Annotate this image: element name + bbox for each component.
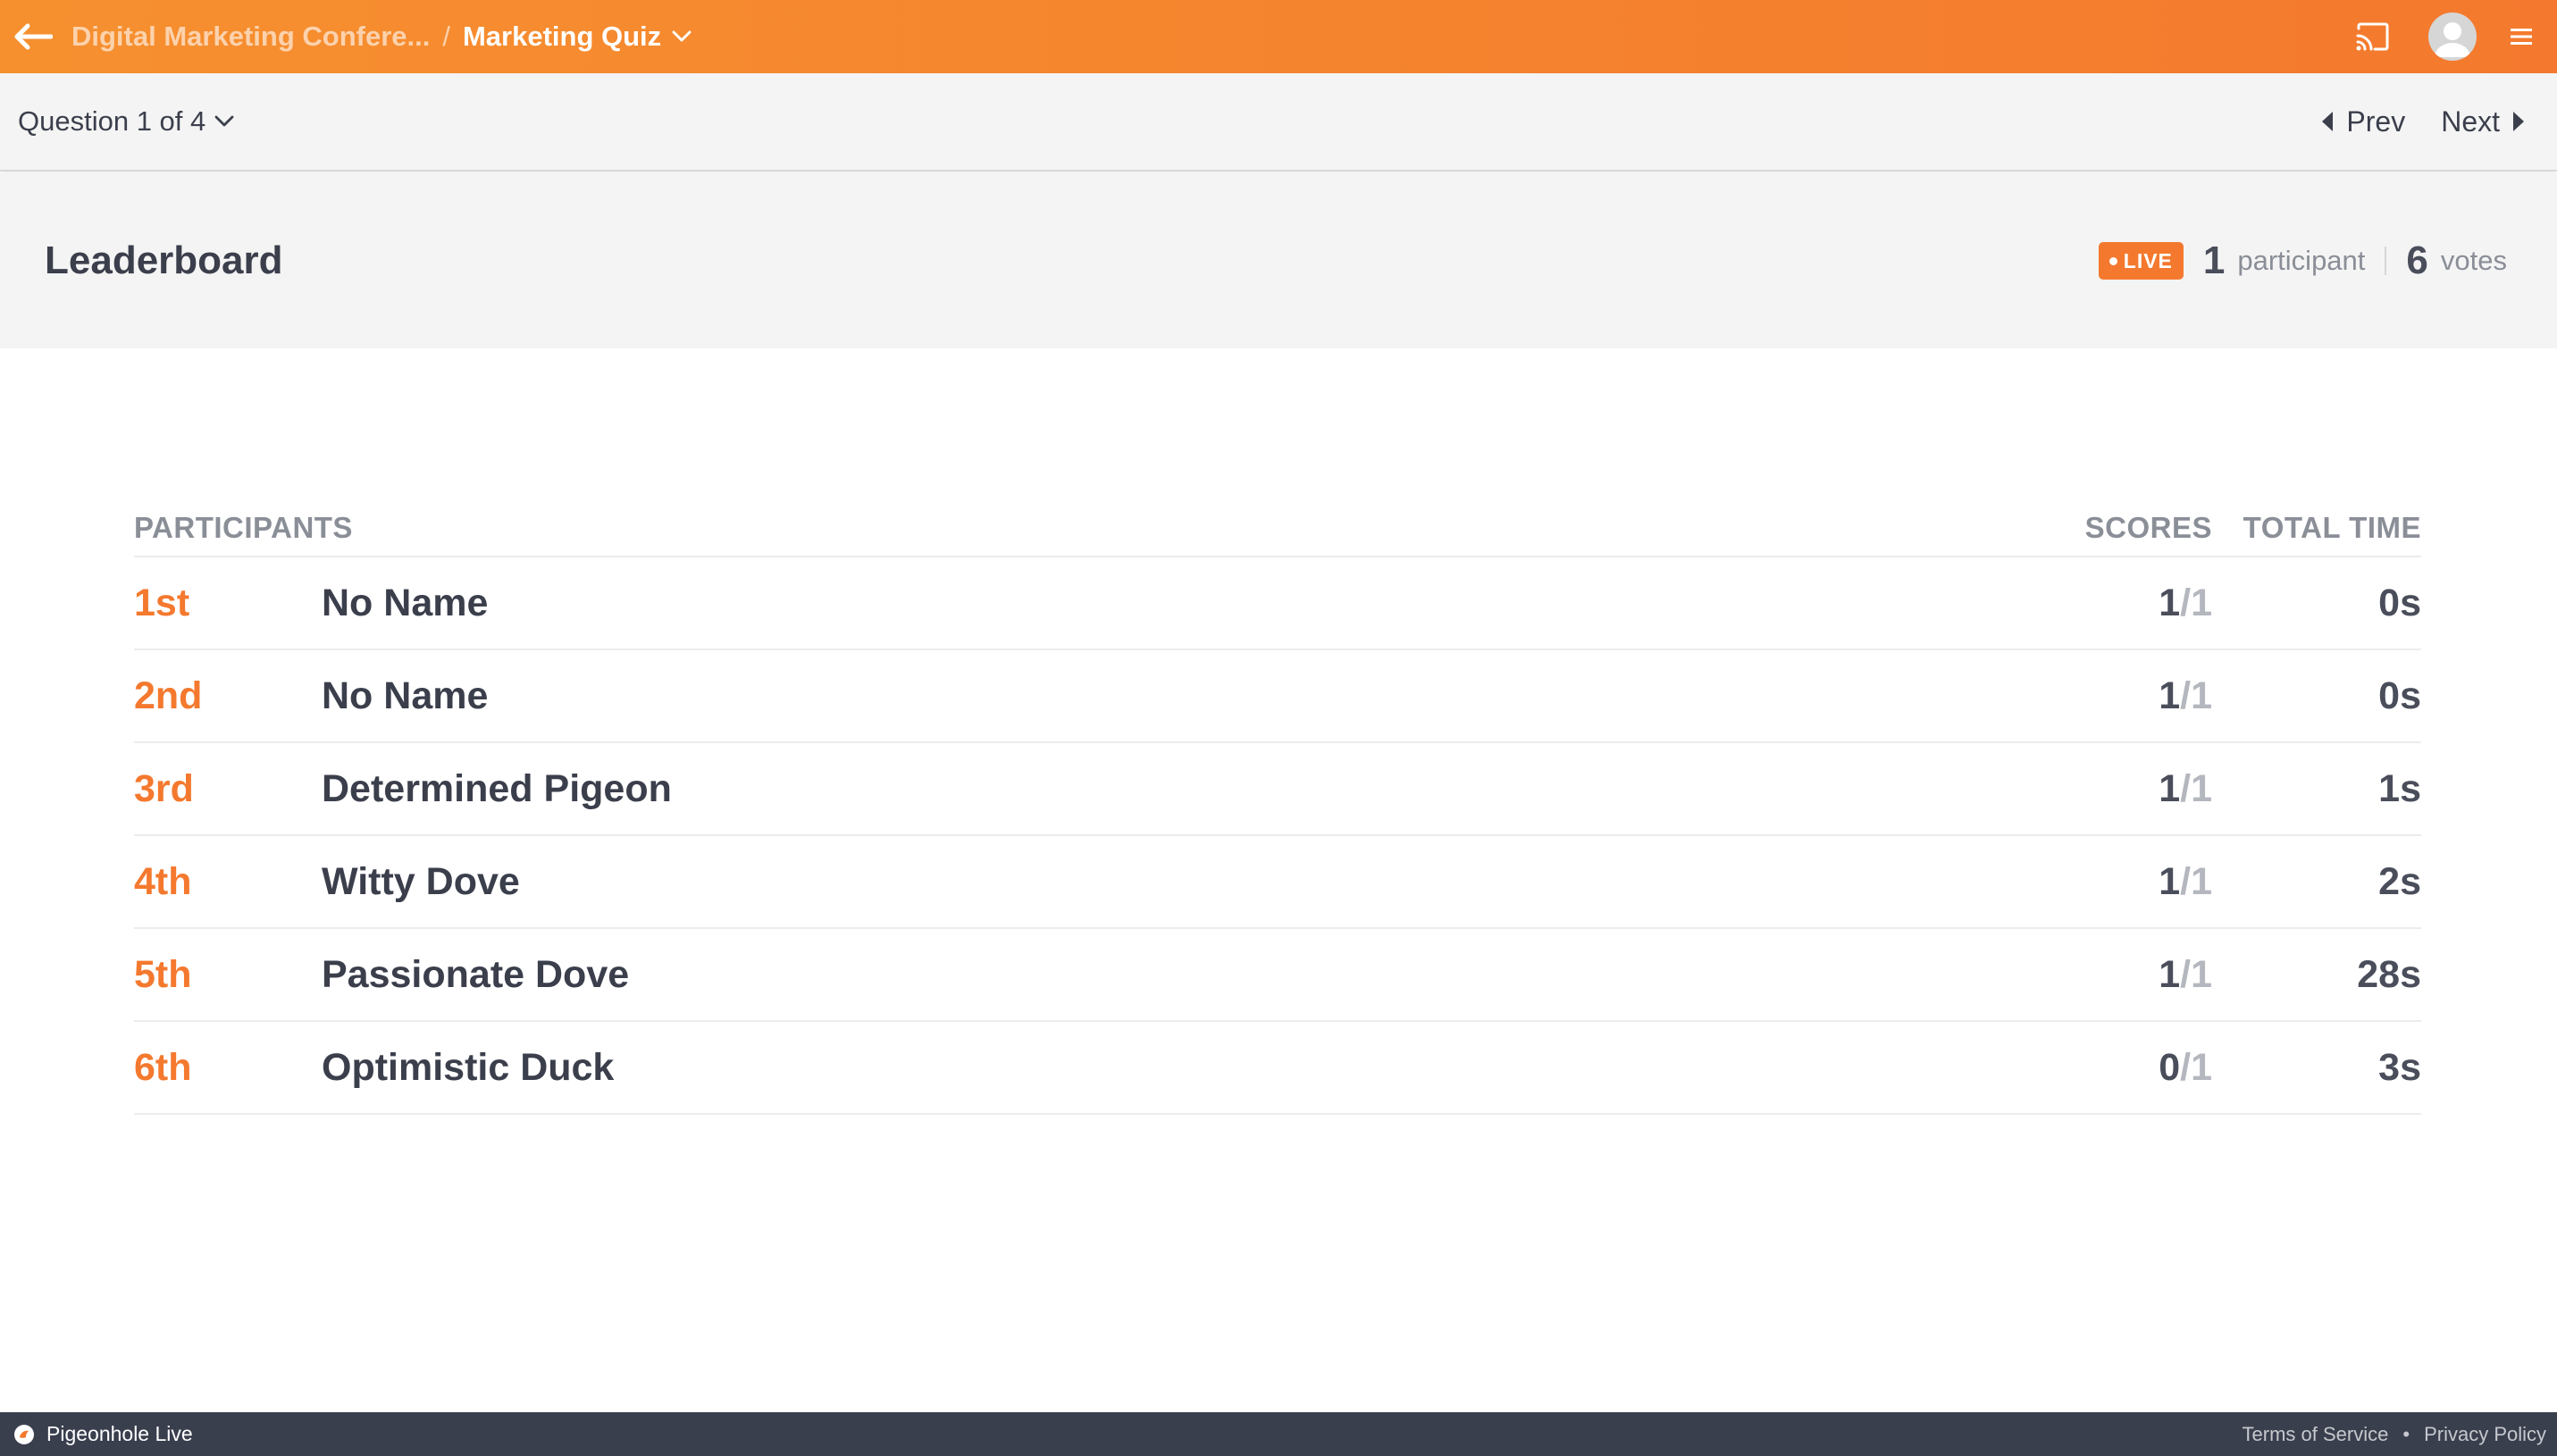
table-row: 4th Witty Dove 1/1 2s xyxy=(134,836,2421,929)
column-header-scores: SCORES xyxy=(2084,511,2212,544)
row-score-value: 1 xyxy=(2159,581,2181,624)
question-nav-bar: Question 1 of 4 Prev Next xyxy=(0,73,2557,172)
privacy-policy-link[interactable]: Privacy Policy xyxy=(2424,1423,2546,1446)
question-pager: Prev Next xyxy=(2321,105,2557,138)
breadcrumb-current-session[interactable]: Marketing Quiz xyxy=(463,21,692,53)
cast-button[interactable] xyxy=(2350,13,2396,60)
session-stats: LIVE 1 participant 6 votes xyxy=(2098,238,2507,283)
row-total-time: 0s xyxy=(2378,581,2421,624)
footer: Pigeonhole Live Terms of Service • Priva… xyxy=(0,1412,2557,1456)
row-total-time: 1s xyxy=(2378,766,2421,810)
app-root: Digital Marketing Confere... / Marketing… xyxy=(0,0,2557,1456)
brand-name: Pigeonhole Live xyxy=(46,1422,193,1445)
chevron-down-icon xyxy=(214,115,234,127)
user-avatar[interactable] xyxy=(2428,13,2477,61)
row-score-total: /1 xyxy=(2180,674,2212,717)
breadcrumb-current-label: Marketing Quiz xyxy=(462,21,662,52)
caret-left-icon xyxy=(2322,112,2334,131)
row-score-value: 0 xyxy=(2159,1045,2181,1089)
question-selector-label: Question 1 of 4 xyxy=(18,105,206,137)
table-row: 1st No Name 1/1 0s xyxy=(134,557,2421,650)
row-score: 1/1 xyxy=(2033,582,2212,625)
row-total-time: 3s xyxy=(2378,1045,2421,1089)
next-label: Next xyxy=(2441,105,2500,138)
row-rank: 5th xyxy=(134,952,192,996)
column-header-participants: PARTICIPANTS xyxy=(134,511,353,544)
table-row: 5th Passionate Dove 1/1 28s xyxy=(134,929,2421,1022)
pigeonhole-logo-icon xyxy=(14,1424,34,1444)
stats-divider xyxy=(2385,247,2387,275)
row-score-value: 1 xyxy=(2159,859,2181,903)
row-participant-name: Passionate Dove xyxy=(322,952,630,996)
row-score-total: /1 xyxy=(2180,1045,2212,1089)
row-rank: 4th xyxy=(134,859,192,903)
hamburger-menu-icon xyxy=(2511,29,2532,45)
cast-icon xyxy=(2356,22,2389,51)
table-row: 6th Optimistic Duck 0/1 3s xyxy=(134,1022,2421,1115)
row-score: 1/1 xyxy=(2033,767,2212,811)
prev-button[interactable]: Prev xyxy=(2321,105,2405,138)
prev-label: Prev xyxy=(2346,105,2406,138)
row-score-total: /1 xyxy=(2180,766,2212,810)
row-score-value: 1 xyxy=(2159,674,2181,717)
row-score: 1/1 xyxy=(2033,953,2212,997)
table-row: 2nd No Name 1/1 0s xyxy=(134,650,2421,743)
live-dot-icon xyxy=(2108,256,2117,265)
row-total-time: 28s xyxy=(2357,952,2421,996)
row-score: 0/1 xyxy=(2033,1046,2212,1090)
leaderboard-header: Leaderboard LIVE 1 participant 6 votes xyxy=(0,173,2557,348)
arrow-left-icon xyxy=(14,23,53,50)
row-total-time: 2s xyxy=(2378,859,2421,903)
question-selector[interactable]: Question 1 of 4 xyxy=(18,105,234,138)
participant-count: 1 xyxy=(2202,238,2226,282)
row-score-value: 1 xyxy=(2159,952,2181,996)
row-score-total: /1 xyxy=(2180,859,2212,903)
top-bar: Digital Marketing Confere... / Marketing… xyxy=(0,0,2557,73)
terms-of-service-link[interactable]: Terms of Service xyxy=(2243,1423,2389,1446)
table-row: 3rd Determined Pigeon 1/1 1s xyxy=(134,743,2421,836)
page-title: Leaderboard xyxy=(45,238,283,282)
breadcrumb-parent[interactable]: Digital Marketing Confere... xyxy=(71,21,430,53)
table-header: PARTICIPANTS SCORES TOTAL TIME xyxy=(134,500,2421,557)
row-rank: 1st xyxy=(134,581,190,624)
participant-label: participant xyxy=(2237,245,2366,276)
row-rank: 2nd xyxy=(134,674,203,717)
row-score: 1/1 xyxy=(2033,860,2212,904)
row-score-total: /1 xyxy=(2180,952,2212,996)
row-participant-name: Witty Dove xyxy=(322,859,520,903)
user-icon xyxy=(2435,22,2470,57)
next-button[interactable]: Next xyxy=(2441,105,2525,138)
row-rank: 6th xyxy=(134,1045,192,1089)
menu-button[interactable] xyxy=(2505,21,2537,53)
vote-label: votes xyxy=(2440,245,2507,276)
column-header-total-time: TOTAL TIME xyxy=(2243,511,2421,544)
leaderboard-table: PARTICIPANTS SCORES TOTAL TIME 1st No Na… xyxy=(134,500,2421,1115)
topbar-actions xyxy=(2350,0,2557,73)
row-participant-name: No Name xyxy=(322,581,489,624)
footer-separator: • xyxy=(2402,1422,2410,1445)
row-score-value: 1 xyxy=(2159,766,2181,810)
row-total-time: 0s xyxy=(2378,674,2421,717)
vote-count: 6 xyxy=(2406,238,2428,282)
live-badge: LIVE xyxy=(2098,242,2184,280)
row-score: 1/1 xyxy=(2033,674,2212,718)
back-button[interactable] xyxy=(0,0,66,73)
breadcrumb-separator: / xyxy=(442,21,450,52)
footer-links: Terms of Service • Privacy Policy xyxy=(2243,1423,2557,1446)
row-participant-name: No Name xyxy=(322,674,489,717)
row-rank: 3rd xyxy=(134,766,194,810)
row-participant-name: Determined Pigeon xyxy=(322,766,672,810)
brand-link[interactable]: Pigeonhole Live xyxy=(14,1422,193,1446)
row-score-total: /1 xyxy=(2180,581,2212,624)
live-label: LIVE xyxy=(2123,248,2173,272)
row-participant-name: Optimistic Duck xyxy=(322,1045,615,1089)
caret-right-icon xyxy=(2513,112,2524,131)
chevron-down-icon xyxy=(672,30,692,42)
